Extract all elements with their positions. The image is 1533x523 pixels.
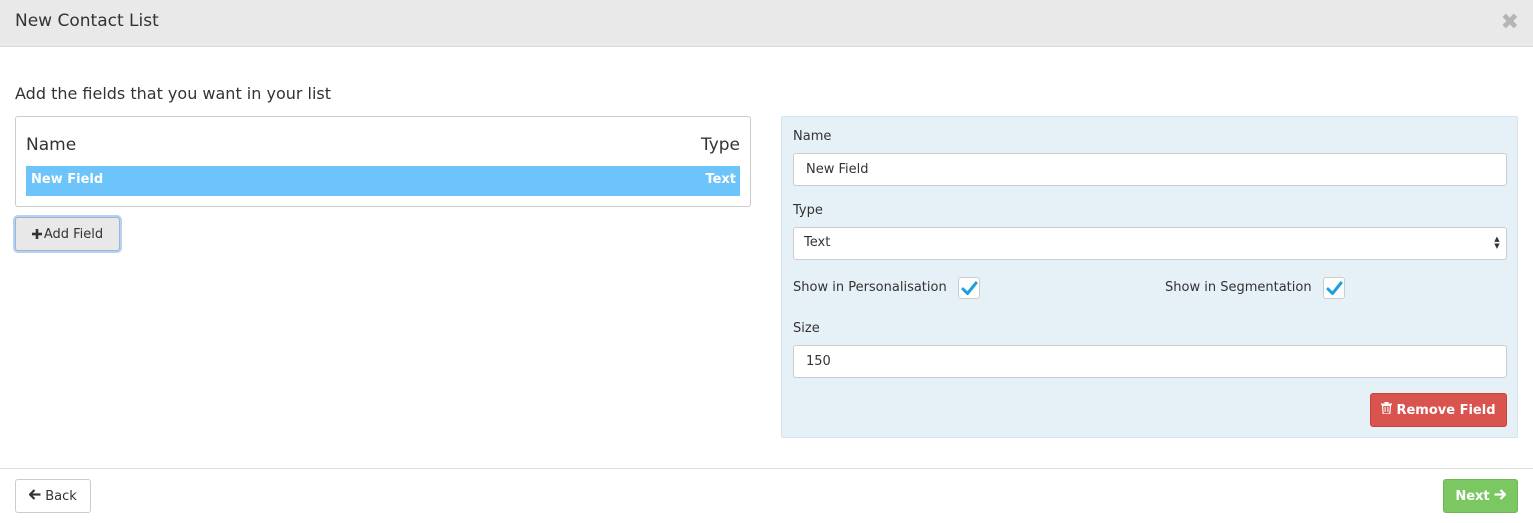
checkmark-icon xyxy=(1326,281,1343,295)
instruction-text: Add the fields that you want in your lis… xyxy=(15,84,332,103)
trash-icon xyxy=(1381,402,1393,418)
table-row[interactable]: New Field Text xyxy=(26,166,740,196)
back-button[interactable]: Back xyxy=(15,479,91,513)
segmentation-checkbox[interactable] xyxy=(1323,277,1345,299)
segmentation-label: Show in Segmentation xyxy=(1165,280,1312,295)
arrow-left-icon xyxy=(29,488,41,504)
next-button[interactable]: Next xyxy=(1443,479,1518,513)
field-row-name: New Field xyxy=(31,172,104,187)
field-type-select[interactable]: Text ▲ ▼ xyxy=(793,227,1507,260)
remove-field-label: Remove Field xyxy=(1396,402,1496,418)
back-label: Back xyxy=(45,488,77,504)
close-icon[interactable]: ✖ xyxy=(1501,12,1519,34)
field-size-input[interactable] xyxy=(793,345,1507,378)
column-header-name: Name xyxy=(26,135,77,155)
checkmark-icon xyxy=(961,281,978,295)
field-type-value: Text xyxy=(804,235,831,250)
field-details-panel: Name Type Text ▲▼ Show in Personalisatio… xyxy=(781,116,1518,438)
dialog-header: New Contact List ✖ xyxy=(0,0,1533,47)
column-header-type: Type xyxy=(700,135,740,155)
select-arrows-icon: ▲ ▼ xyxy=(1494,235,1500,250)
size-label: Size xyxy=(793,321,820,336)
field-row-type: Text xyxy=(705,172,736,187)
arrow-right-icon xyxy=(1494,488,1506,504)
name-label: Name xyxy=(793,129,832,144)
dialog-title: New Contact List xyxy=(15,11,159,31)
type-label: Type xyxy=(793,203,823,218)
remove-field-button[interactable]: Remove Field xyxy=(1370,393,1507,427)
field-name-input[interactable] xyxy=(793,153,1507,186)
plus-icon xyxy=(31,225,42,243)
personalisation-label: Show in Personalisation xyxy=(793,280,947,295)
footer-divider xyxy=(0,468,1533,469)
add-field-label: Add Field xyxy=(43,226,104,242)
next-label: Next xyxy=(1455,488,1490,504)
personalisation-checkbox[interactable] xyxy=(958,277,980,299)
fields-table: Name Type New Field Text xyxy=(15,116,751,207)
add-field-button[interactable]: Add Field xyxy=(15,217,120,251)
